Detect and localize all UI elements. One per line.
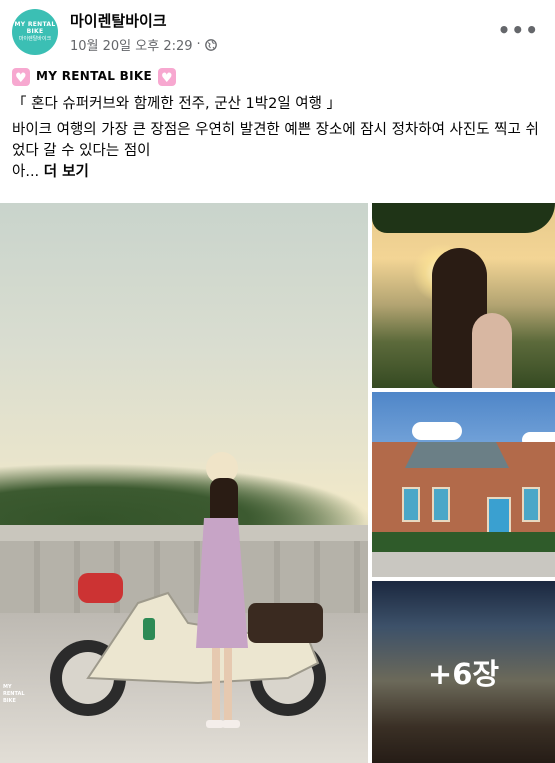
photo-main[interactable]: MY RENTAL BIKE bbox=[0, 203, 368, 763]
photo-road bbox=[372, 552, 555, 577]
post-meta: 10월 20일 오후 2:29 · bbox=[70, 35, 217, 54]
heart-icon bbox=[12, 67, 30, 89]
photo-shrub bbox=[372, 532, 555, 554]
meta-separator: · bbox=[196, 37, 201, 52]
heart-icon bbox=[157, 67, 176, 89]
post-body: MY RENTAL BIKE 「 혼다 슈퍼커브와 함께한 전주, 군산 1박2… bbox=[12, 66, 547, 183]
watermark-logo: MY RENTAL BIKE bbox=[3, 684, 25, 704]
photo-more[interactable]: +6장 bbox=[372, 581, 555, 763]
photo-window bbox=[432, 487, 450, 522]
photo-tree bbox=[372, 203, 555, 233]
photo-window bbox=[402, 487, 420, 522]
globe-icon bbox=[204, 38, 217, 51]
avatar-subtext: 마이렌탈바이크 bbox=[18, 36, 52, 42]
photo-cloud bbox=[412, 422, 462, 440]
post-timestamp[interactable]: 10월 20일 오후 2:29 bbox=[70, 35, 193, 54]
photo-shoulder bbox=[472, 313, 512, 388]
photo-window bbox=[522, 487, 540, 522]
post-description: 바이크 여행의 가장 큰 장점은 우연히 발견한 예쁜 장소에 잠시 정차하여 … bbox=[12, 120, 547, 183]
post-title: 「 혼다 슈퍼커브와 함께한 전주, 군산 1박2일 여행 」 bbox=[12, 96, 342, 112]
more-options-icon[interactable]: ••• bbox=[498, 18, 539, 42]
photo-hills bbox=[0, 463, 368, 533]
see-more-link[interactable]: 더 보기 bbox=[44, 164, 89, 180]
person-illustration bbox=[196, 452, 248, 728]
more-photos-count: +6장 bbox=[427, 657, 500, 691]
photo-portrait[interactable] bbox=[372, 203, 555, 388]
photo-building[interactable] bbox=[372, 392, 555, 577]
page-name[interactable]: 마이렌탈바이크 bbox=[70, 10, 167, 31]
avatar[interactable]: MY RENTAL BIKE 마이렌탈바이크 bbox=[12, 9, 58, 55]
tag-text: MY RENTAL BIKE bbox=[36, 69, 152, 83]
description-text: 바이크 여행의 가장 큰 장점은 우연히 발견한 예쁜 장소에 잠시 정차하여 … bbox=[12, 122, 539, 180]
tag-line: MY RENTAL BIKE bbox=[12, 66, 547, 89]
photo-grid: MY RENTAL BIKE +6장 bbox=[0, 203, 555, 763]
avatar-text: MY RENTAL BIKE bbox=[14, 21, 56, 35]
post-header: MY RENTAL BIKE 마이렌탈바이크 마이렌탈바이크 10월 20일 오… bbox=[0, 0, 555, 62]
